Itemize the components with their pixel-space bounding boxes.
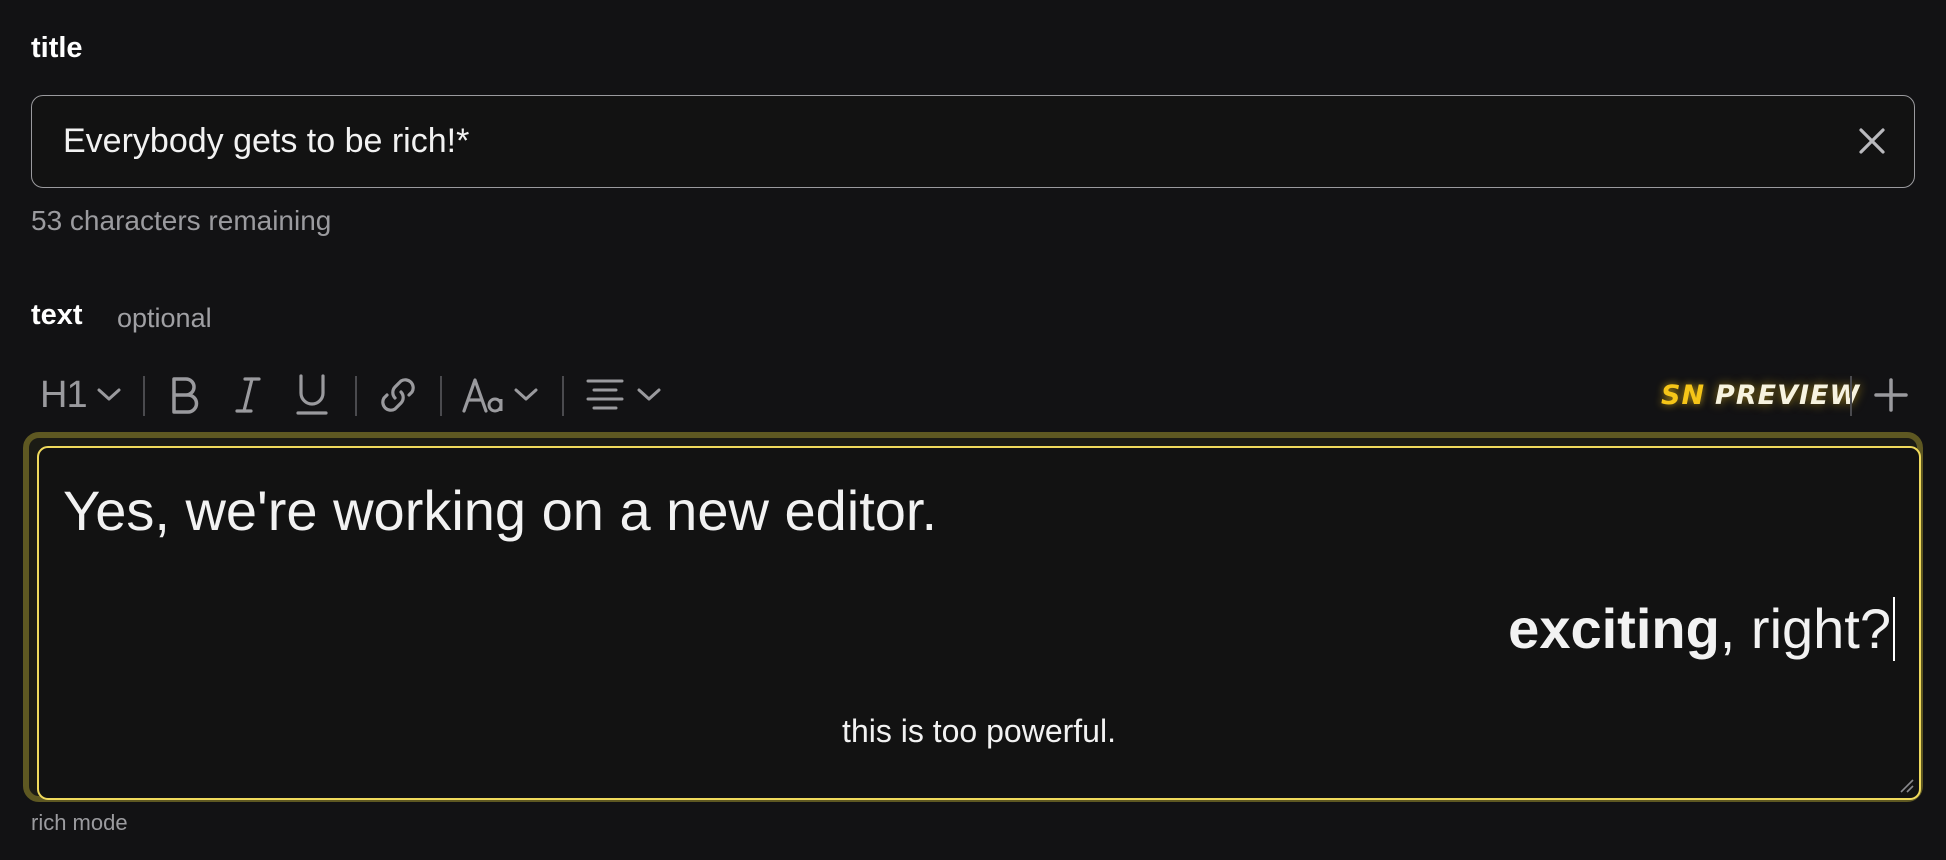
editor-regular-text: , right?: [1719, 597, 1891, 660]
toolbar-divider: [562, 376, 564, 416]
title-input[interactable]: [63, 96, 1843, 186]
italic-button[interactable]: [233, 370, 263, 420]
preview-label: PREVIEW: [1715, 379, 1861, 411]
heading-label: H1: [40, 373, 88, 416]
editor-centered-line: this is too powerful.: [842, 713, 1116, 749]
add-button[interactable]: [1873, 370, 1909, 420]
rich-text-editor[interactable]: Yes, we're working on a new editor. exci…: [37, 446, 1921, 800]
editor-mode-label: rich mode: [31, 810, 128, 835]
characters-remaining: 53 characters remaining: [31, 205, 332, 236]
italic-icon: [233, 375, 263, 415]
toolbar-divider: [355, 376, 357, 416]
resize-handle-icon[interactable]: [1897, 776, 1915, 794]
heading-dropdown[interactable]: H1: [40, 370, 122, 420]
font-size-icon: [461, 375, 507, 415]
plus-icon: [1873, 377, 1909, 413]
editor-focus-ring: Yes, we're working on a new editor. exci…: [23, 432, 1923, 802]
link-button[interactable]: [377, 370, 419, 420]
editor-toolbar: H1 SN PREVIEW: [31, 370, 1915, 420]
clear-icon[interactable]: [1855, 124, 1889, 158]
text-cursor: [1893, 596, 1895, 661]
font-size-dropdown[interactable]: [461, 370, 539, 420]
chevron-down-icon: [513, 387, 539, 403]
editor-bold-text: exciting: [1508, 597, 1720, 660]
toolbar-divider: [1850, 376, 1852, 416]
chevron-down-icon: [636, 387, 662, 403]
editor-heading: Yes, we're working on a new editor.: [63, 479, 938, 542]
align-icon: [586, 378, 624, 412]
toolbar-divider: [440, 376, 442, 416]
underline-button[interactable]: [295, 370, 329, 420]
bold-icon: [168, 375, 200, 415]
preview-brand: SN: [1661, 379, 1706, 411]
title-input-wrapper[interactable]: [31, 95, 1915, 188]
editor-right-aligned-line: exciting, right?: [1508, 596, 1895, 661]
sn-preview-toggle[interactable]: SN PREVIEW: [1661, 372, 1860, 418]
align-dropdown[interactable]: [586, 370, 662, 420]
toolbar-divider: [143, 376, 145, 416]
underline-icon: [295, 373, 329, 417]
optional-hint: optional: [117, 303, 212, 333]
bold-button[interactable]: [168, 370, 200, 420]
text-label: text: [31, 299, 83, 331]
link-icon: [377, 374, 419, 416]
chevron-down-icon: [96, 387, 122, 403]
title-label: title: [31, 32, 83, 64]
